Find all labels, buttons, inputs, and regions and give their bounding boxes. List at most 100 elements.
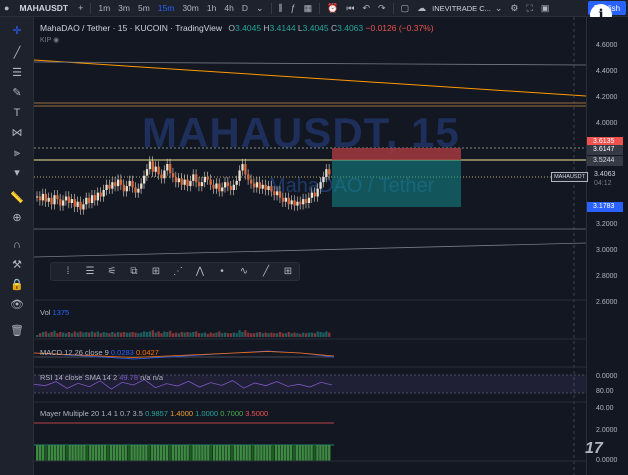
price-tick: 3.2000 (596, 221, 618, 228)
price-axis[interactable]: 4.6000 4.4000 4.2000 4.0000 3.2000 3.000… (586, 17, 628, 475)
ruler-icon[interactable]: 📏 (9, 190, 25, 206)
mayer-bar (148, 445, 151, 461)
indicators-icon[interactable]: ƒ (291, 3, 296, 13)
interval-1m[interactable]: 1m (98, 3, 110, 13)
eye-icon[interactable]: 👁 (9, 297, 25, 313)
mayer-bar (53, 445, 57, 461)
rsi-legend[interactable]: RSI 14 close SMA 14 2 49.78 n/a n/a (40, 373, 163, 382)
fib-icon[interactable]: ⚟ (101, 266, 123, 277)
prediction-icon[interactable]: ⫸ (9, 145, 25, 161)
fullscreen-icon[interactable]: ⛶ (527, 3, 533, 14)
symbol-search[interactable]: MAHAUSDT (19, 3, 68, 13)
interval-15m[interactable]: 15m (158, 3, 175, 13)
chart-pane[interactable]: MAHAUSDT, 15 MahaDAO / Tether (34, 17, 586, 475)
volume-bar (99, 333, 102, 337)
candle (79, 201, 82, 210)
redo-icon[interactable]: ↷ (378, 3, 386, 14)
lines-icon[interactable]: ☰ (79, 266, 101, 277)
trendline-orange[interactable] (34, 59, 586, 97)
channel-icon[interactable]: ⧉ (123, 266, 145, 277)
gann-icon[interactable]: ⊞ (145, 266, 167, 277)
candle (154, 166, 157, 172)
volume-bar (166, 332, 169, 337)
text-icon[interactable]: T (9, 105, 25, 121)
mayer-bar (283, 445, 287, 461)
zoom-icon[interactable]: ⊕ (9, 210, 25, 226)
candle (186, 179, 189, 187)
trendline-gray[interactable] (34, 242, 586, 258)
pattern-icon[interactable]: ⋈ (9, 125, 25, 141)
interval-1h[interactable]: 1h (207, 3, 216, 13)
undo-icon[interactable]: ↶ (363, 3, 371, 14)
lock-icon[interactable]: 🔒 (9, 277, 25, 293)
price-tick: 4.2000 (596, 94, 618, 101)
drag-handle-icon[interactable]: ⁞ (57, 266, 79, 277)
cloud-icon[interactable]: ☁ (417, 3, 426, 14)
elliott-icon[interactable]: ⋀ (189, 266, 211, 277)
interval-d[interactable]: D (242, 3, 248, 13)
crosshair-icon[interactable]: ✛ (9, 23, 25, 39)
volume-bar (325, 331, 328, 337)
candle (241, 164, 244, 171)
volume-bar (319, 332, 322, 337)
chevron-down-icon[interactable]: ⌄ (495, 3, 503, 14)
legend-symbol-name[interactable]: MahaDAO / Tether · 15 · KUCOIN · Trading… (40, 23, 222, 33)
candle (41, 193, 45, 201)
interval-5m[interactable]: 5m (138, 3, 150, 13)
wave-icon[interactable]: ∿ (233, 266, 255, 277)
candle (157, 166, 160, 175)
macd-legend[interactable]: MACD 12 26 close 9 0.0283 0.0427 (40, 348, 159, 357)
position-target-zone[interactable] (332, 160, 461, 207)
volume-bar (122, 332, 126, 337)
mayer-v2: 1.4000 (170, 409, 194, 418)
templates-icon[interactable]: ▦ (304, 3, 313, 14)
candle (278, 191, 282, 198)
trendline-icon[interactable]: ╱ (9, 45, 25, 61)
candle (252, 183, 256, 188)
trash-icon[interactable]: 🗑 (9, 323, 25, 339)
magnet-icon[interactable]: ∩ (9, 237, 25, 253)
candle (145, 169, 149, 176)
chevron-down-icon[interactable]: ⌄ (256, 3, 264, 14)
add-symbol-icon[interactable]: + (78, 3, 83, 13)
camera-icon[interactable]: ▣ (541, 3, 550, 14)
mayer-bar (218, 445, 222, 461)
price-tick: 4.4000 (596, 68, 618, 75)
interval-3m[interactable]: 3m (118, 3, 130, 13)
interval-30m[interactable]: 30m (182, 3, 199, 13)
fib-icon[interactable]: ☰ (9, 65, 25, 81)
mayer-bar (124, 445, 127, 461)
gear-icon[interactable]: ⚙ (510, 3, 518, 14)
interval-4h[interactable]: 4h (224, 3, 233, 13)
layout-name[interactable]: INEVITRADE C... (432, 4, 491, 13)
lock-drawing-icon[interactable]: ⚒ (9, 257, 25, 273)
volume-bar (197, 333, 201, 337)
position-stop-zone[interactable] (332, 148, 461, 160)
volume-legend[interactable]: Vol 1375 (40, 308, 69, 317)
pattern-icon[interactable]: ⋰ (167, 266, 189, 277)
avatar-icon[interactable]: ● (4, 3, 9, 13)
brush-icon[interactable]: ✎ (9, 85, 25, 101)
mayer-legend[interactable]: Mayer Multiple 20 1.4 1 0.7 3.5 0.9857 1… (40, 409, 268, 418)
mayer-bar (269, 445, 272, 461)
macd-value: 0.0283 (110, 348, 134, 357)
volume-bar (148, 331, 152, 337)
chevron-down-icon[interactable]: ▾ (9, 165, 25, 181)
volume-bar (264, 332, 267, 337)
candle (53, 195, 56, 205)
alert-icon[interactable]: ⏰ (327, 3, 338, 14)
grid-icon[interactable]: ⊞ (277, 266, 299, 277)
candle (290, 200, 293, 205)
volume-bar (145, 332, 149, 337)
mayer-bar (198, 445, 201, 461)
candle (244, 164, 247, 175)
dot-icon[interactable]: • (211, 266, 233, 277)
layout-icon[interactable]: ▢ (401, 3, 410, 14)
horizontal-line[interactable] (34, 61, 586, 66)
candles-icon[interactable]: ⫼ (279, 3, 283, 14)
volume-bar (160, 333, 163, 337)
rsi-sma-value: n/a n/a (140, 373, 164, 382)
candle (235, 180, 238, 185)
replay-icon[interactable]: ⏮ (346, 3, 354, 14)
ray-icon[interactable]: ╱ (255, 266, 277, 277)
